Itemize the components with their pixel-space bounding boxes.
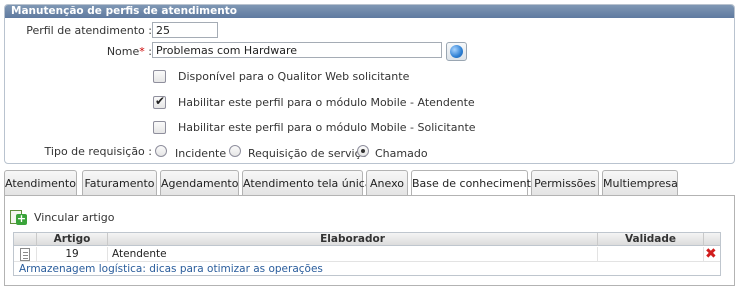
add-article-label[interactable]: Vincular artigo <box>34 211 115 224</box>
header-artigo[interactable]: Artigo <box>37 233 108 246</box>
tab-anexo[interactable]: Anexo <box>366 170 408 196</box>
checkbox-mobile-atendente-label: Habilitar este perfil para o módulo Mobi… <box>178 96 475 109</box>
tab-faturamento[interactable]: Faturamento <box>82 170 157 196</box>
tab-agendamento[interactable]: Agendamento <box>160 170 239 196</box>
checkbox-mobile-solicitante[interactable] <box>153 121 166 134</box>
table-header: Artigo Elaborador Validade <box>14 233 720 246</box>
checkbox-qualitor-web-label: Disponível para o Qualitor Web solicitan… <box>178 70 410 83</box>
articles-table: Artigo Elaborador Validade 19 Atendente … <box>13 232 721 276</box>
checkbox-mobile-solicitante-label: Habilitar este perfil para o módulo Mobi… <box>178 121 476 134</box>
tab-multiempresa[interactable]: Multiempresa <box>602 170 678 196</box>
table-row[interactable]: 19 Atendente ✖ <box>14 247 720 262</box>
cell-elaborador: Atendente <box>108 247 598 262</box>
nome-label: Nome* : <box>106 45 152 58</box>
header-icon-column <box>14 233 37 246</box>
tab-atendimento[interactable]: Atendimento <box>4 170 77 196</box>
radio-requisicao-servico-label: Requisição de serviço <box>248 147 368 160</box>
row-icon-cell <box>14 247 37 262</box>
radio-incidente-label: Incidente <box>175 147 227 160</box>
document-icon[interactable] <box>20 248 30 261</box>
globe-icon <box>450 45 463 58</box>
checkbox-qualitor-web[interactable] <box>153 70 166 83</box>
cell-artigo: 19 <box>37 247 108 262</box>
perfil-field[interactable] <box>152 22 218 38</box>
cell-validade <box>598 247 704 262</box>
tab-base-conhecimento[interactable]: Base de conhecimento <box>411 170 538 197</box>
perfil-label: Perfil de atendimento : <box>26 24 152 37</box>
delete-x-icon[interactable]: ✖ <box>705 247 717 262</box>
tab-permissoes[interactable]: Permissões <box>531 170 599 196</box>
tab-atendimento-tela-unica[interactable]: Atendimento tela única <box>242 170 372 196</box>
nome-field[interactable] <box>152 42 442 58</box>
checkmark-icon: ✔ <box>155 94 166 108</box>
header-validade[interactable]: Validade <box>598 233 704 246</box>
header-elaborador[interactable]: Elaborador <box>108 233 598 246</box>
lookup-button[interactable] <box>446 42 467 61</box>
required-asterisk: * <box>139 45 145 58</box>
radio-requisicao-servico[interactable] <box>229 145 241 157</box>
add-article-button[interactable]: + <box>9 209 27 225</box>
article-title[interactable]: Armazenagem logística: dicas para otimiz… <box>19 263 323 275</box>
radio-chamado-label: Chamado <box>375 147 428 160</box>
radio-incidente[interactable] <box>155 145 167 157</box>
radio-chamado[interactable] <box>357 145 369 157</box>
checkbox-mobile-atendente[interactable]: ✔ <box>153 94 166 109</box>
plus-icon: + <box>16 212 27 225</box>
tipo-requisicao-label: Tipo de requisição : <box>44 145 152 158</box>
panel-title: Manutenção de perfis de atendimento <box>5 5 734 18</box>
